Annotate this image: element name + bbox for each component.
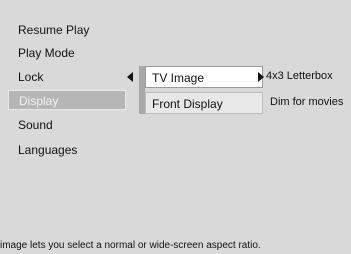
menu-item-sound[interactable]: Sound bbox=[8, 115, 126, 135]
submenu-item-tv-image[interactable]: TV Image bbox=[145, 66, 263, 88]
right-arrow-icon[interactable] bbox=[258, 72, 264, 82]
tv-image-value: 4x3 Letterbox bbox=[266, 70, 333, 82]
menu-item-display[interactable]: Display bbox=[8, 90, 126, 110]
help-text: image lets you select a normal or wide-s… bbox=[0, 240, 261, 251]
menu-item-play-mode[interactable]: Play Mode bbox=[8, 43, 126, 63]
menu-item-languages[interactable]: Languages bbox=[8, 140, 126, 160]
menu-item-lock[interactable]: Lock bbox=[8, 67, 126, 87]
menu-item-resume-play[interactable]: Resume Play bbox=[8, 20, 126, 40]
left-arrow-icon[interactable] bbox=[127, 72, 133, 82]
front-display-value: Dim for movies bbox=[270, 96, 344, 108]
dvd-setup-screen: Resume Play Play Mode Lock Display Sound… bbox=[0, 0, 351, 254]
submenu-item-front-display[interactable]: Front Display bbox=[145, 92, 263, 114]
